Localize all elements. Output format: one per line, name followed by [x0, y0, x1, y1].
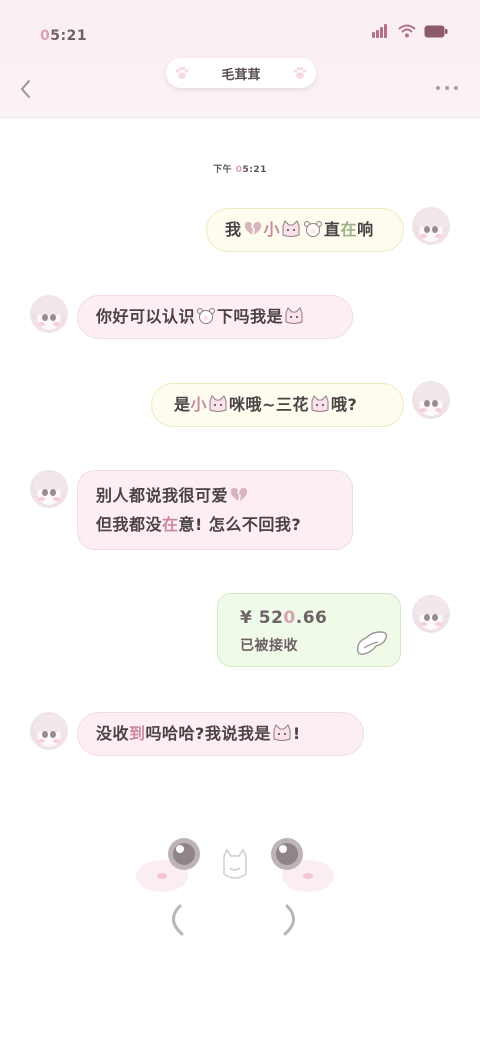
chat-title-text: 毛茸茸: [221, 67, 261, 83]
message-bubble-incoming[interactable]: 没收到吗哈哈?我说我是!: [77, 712, 364, 756]
chevron-left-icon: [20, 80, 30, 98]
cute-face-decoration: [136, 838, 334, 936]
cat-face-icon: [285, 306, 303, 324]
chat-timestamp: 下午 05:21: [213, 165, 267, 175]
cat-face-icon: [209, 394, 227, 412]
top-bar: 05:21 毛茸茸: [0, 0, 480, 118]
message-bubble-outgoing[interactable]: 是小 咪哦~三花 哦?: [151, 383, 404, 427]
money-transfer-card[interactable]: ¥ 520.66 已被接收: [217, 593, 401, 667]
chat-title: 毛茸茸: [166, 58, 316, 88]
broken-heart-icon: [244, 221, 261, 235]
message-bubble-incoming[interactable]: 别人都说我很可爱 但我都没在意! 怎么不回我?: [77, 470, 353, 550]
avatar[interactable]: [412, 595, 450, 633]
wing-icon: [356, 631, 388, 655]
paw-icon: [175, 66, 189, 79]
cat-face-icon: [311, 394, 329, 412]
status-time: 05:21: [40, 28, 88, 44]
avatar[interactable]: [412, 207, 450, 245]
battery-icon: [424, 25, 448, 38]
avatar[interactable]: [30, 712, 68, 750]
bear-face-icon: [197, 307, 216, 324]
paw-icon: [293, 66, 307, 79]
transfer-status: 已被接收: [240, 638, 298, 654]
status-icons: [372, 24, 448, 38]
cat-face-icon: [273, 723, 291, 741]
message-bubble-incoming[interactable]: 你好可以认识 下吗我是: [77, 295, 353, 339]
signal-icon: [372, 24, 390, 38]
bear-face-icon: [304, 220, 323, 237]
wifi-icon: [398, 24, 416, 38]
avatar[interactable]: [30, 295, 68, 333]
back-button[interactable]: [16, 78, 36, 100]
avatar[interactable]: [30, 470, 68, 508]
cat-face-icon: [282, 219, 300, 237]
broken-heart-icon: [230, 487, 248, 501]
more-dots-icon[interactable]: [436, 86, 458, 90]
avatar[interactable]: [412, 381, 450, 419]
transfer-amount: ¥ 520.66: [240, 608, 328, 628]
message-bubble-outgoing[interactable]: 我小直在响: [206, 208, 404, 252]
